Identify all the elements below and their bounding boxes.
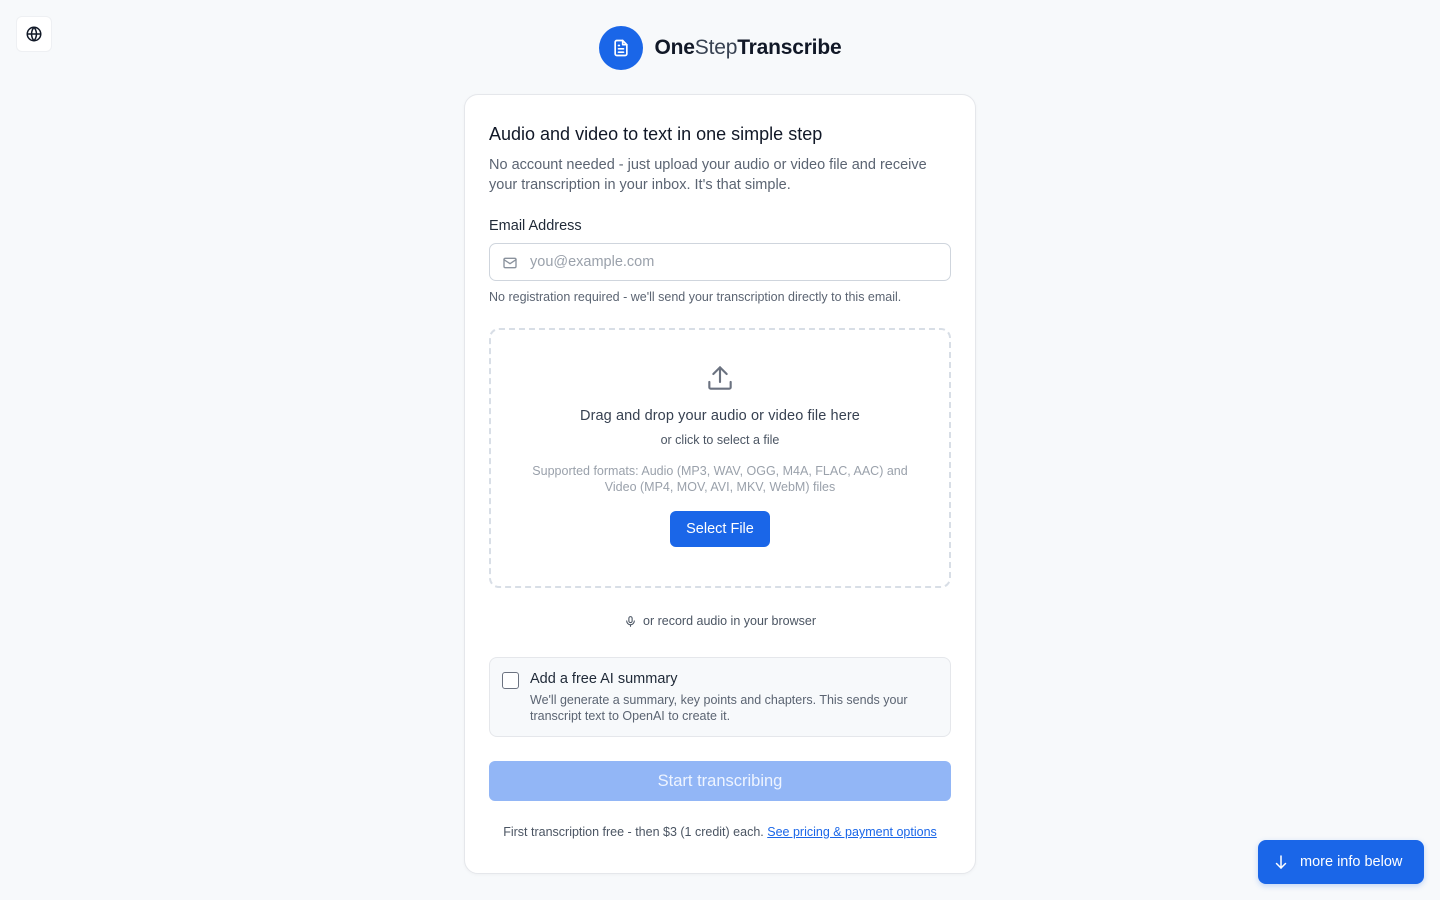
email-label: Email Address (489, 218, 582, 234)
ai-summary-checkbox[interactable] (502, 672, 519, 689)
pricing-footnote: First transcription free - then $3 (1 cr… (489, 825, 951, 839)
ai-summary-description: We'll generate a summary, key points and… (530, 693, 908, 723)
card-lead: No account needed - just upload your aud… (489, 157, 927, 193)
brand-logo (598, 26, 643, 70)
email-hint: No registration required - we'll send yo… (489, 290, 902, 304)
brand-name: OneStepTranscribe (654, 36, 842, 59)
microphone-icon (626, 615, 635, 627)
record-audio-label: or record audio in your browser (643, 614, 816, 628)
more-info-label: more info below (1300, 854, 1403, 870)
select-file-button[interactable]: Select File (670, 511, 770, 547)
dropzone-subtitle: or click to select a file (660, 433, 780, 447)
more-info-button[interactable]: more info below (1258, 840, 1424, 884)
ai-summary-option: Add a free AI summary We'll generate a s… (489, 657, 951, 737)
supported-formats: Supported formats: Audio (MP3, WAV, OGG,… (532, 464, 908, 494)
email-field-wrapper (489, 243, 951, 281)
arrow-down-icon (1275, 855, 1287, 869)
card-title: Audio and video to text in one simple st… (489, 124, 823, 144)
mail-icon (503, 257, 517, 269)
pricing-link[interactable]: See pricing & payment options (767, 825, 937, 839)
upload-card: Audio and video to text in one simple st… (464, 94, 976, 874)
start-transcribing-button[interactable]: Start transcribing (489, 761, 951, 801)
brand-header: OneStepTranscribe (0, 26, 1440, 70)
ai-summary-title[interactable]: Add a free AI summary (530, 671, 677, 687)
email-input[interactable] (530, 244, 940, 280)
upload-icon (708, 366, 732, 390)
document-icon (613, 39, 628, 57)
pricing-text: First transcription free - then $3 (1 cr… (503, 825, 764, 839)
record-audio-link[interactable]: or record audio in your browser (489, 614, 951, 628)
dropzone-title: Drag and drop your audio or video file h… (580, 408, 860, 424)
file-dropzone[interactable]: Drag and drop your audio or video file h… (489, 328, 951, 588)
